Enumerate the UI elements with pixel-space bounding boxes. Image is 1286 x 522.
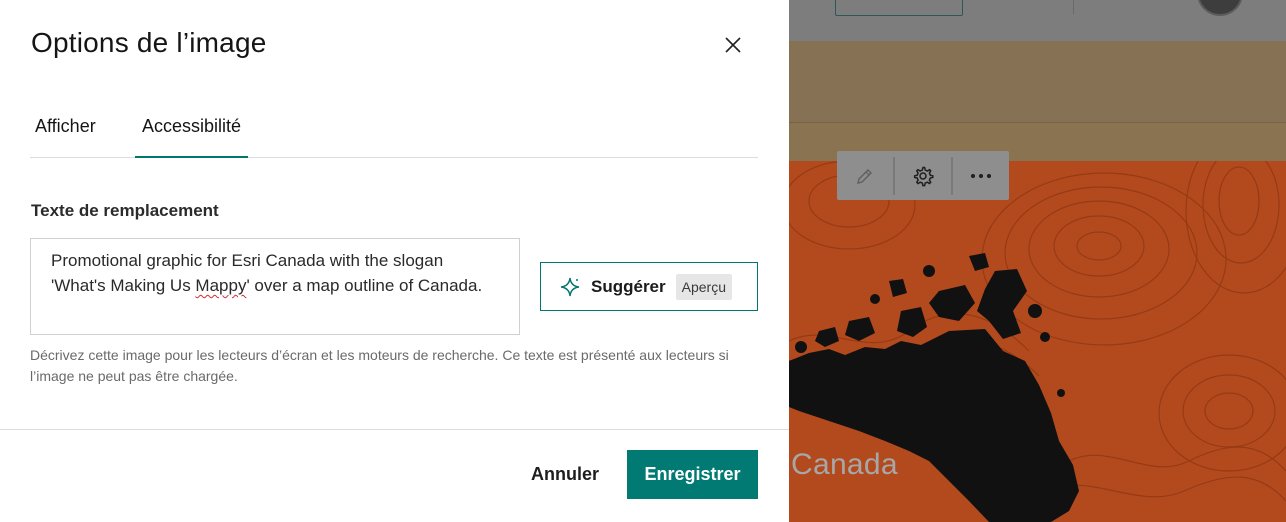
background-banner [789, 41, 1286, 122]
alt-text-label: Texte de remplacement [31, 201, 219, 220]
edit-button[interactable] [837, 151, 893, 200]
misspelled-word: Mappy [195, 276, 247, 295]
alt-text-help: Décrivez cette image pour les lecteurs d… [30, 347, 729, 384]
background-header-button [835, 0, 963, 16]
tab-display[interactable]: Afficher [35, 104, 96, 158]
pencil-icon [857, 168, 872, 184]
preview-badge: Aperçu [675, 273, 732, 300]
more-icon [971, 173, 991, 178]
settings-button[interactable] [895, 151, 951, 200]
suggest-label: Suggérer [591, 276, 666, 296]
background-header [789, 0, 1286, 41]
save-button[interactable]: Enregistrer [627, 450, 758, 499]
cancel-button[interactable]: Annuler [520, 450, 610, 498]
tab-bar: Afficher Accessibilité [30, 104, 758, 158]
suggest-button[interactable]: Suggérer Aperçu [540, 262, 758, 311]
panel-title: Options de l’image [31, 27, 267, 58]
image-options-panel: Options de l’image Afficher Accessibilit… [0, 0, 789, 522]
map-image: Canada [789, 161, 1286, 522]
sparkle-icon [560, 277, 580, 296]
tab-accessibility[interactable]: Accessibilité [135, 104, 248, 158]
gear-icon [913, 166, 934, 186]
image-toolbar [837, 151, 1009, 200]
avatar [1197, 0, 1243, 16]
alt-text-input[interactable]: Promotional graphic for Esri Canada with… [30, 238, 520, 335]
map-caption: Canada [791, 448, 898, 481]
alt-text-value-end: ' over a map outline of Canada. [246, 276, 483, 295]
background-header-divider [1073, 0, 1074, 14]
more-options-button[interactable] [953, 151, 1009, 200]
close-icon [725, 37, 741, 53]
footer-divider [0, 429, 789, 430]
background-page: Canada [789, 0, 1286, 522]
close-button[interactable] [718, 30, 748, 60]
